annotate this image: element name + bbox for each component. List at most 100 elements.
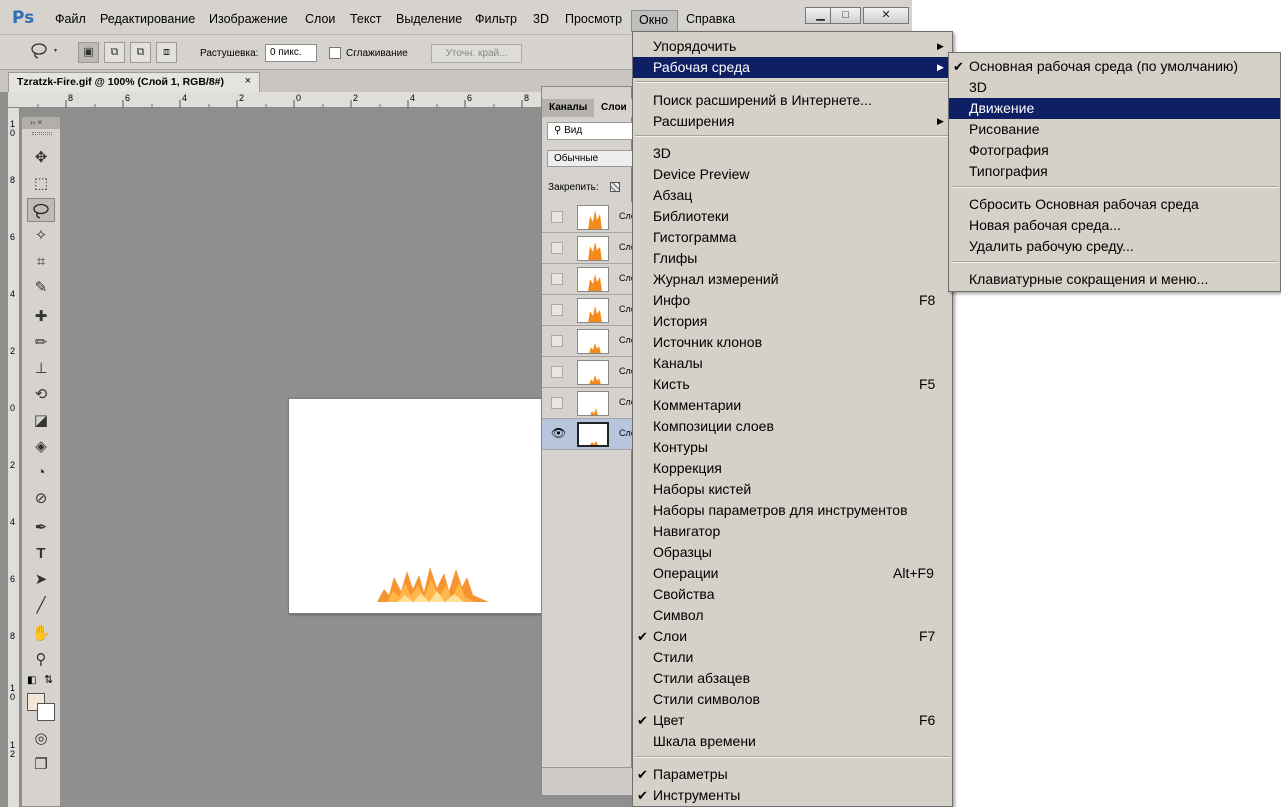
menu-item-3d-workspace[interactable]: 3D <box>949 77 1280 98</box>
line-tool-icon[interactable]: ╱ <box>27 594 55 618</box>
menu-item-browse-extensions[interactable]: Поиск расширений в Интернете... <box>633 90 952 111</box>
healing-brush-tool-icon[interactable]: ✚ <box>27 305 55 329</box>
close-button[interactable]: ✕ <box>863 7 909 24</box>
visibility-toggle[interactable] <box>551 366 563 378</box>
pen-tool-icon[interactable]: ✒ <box>27 516 55 540</box>
layer-row[interactable]: Сло <box>542 388 636 419</box>
menu-item-notes[interactable]: Комментарии <box>633 395 952 416</box>
menu-item-painting[interactable]: Рисование <box>949 119 1280 140</box>
layer-row[interactable]: Сло <box>542 264 636 295</box>
menu-item-styles[interactable]: Стили <box>633 647 952 668</box>
swap-colors-icon[interactable]: ⇅ <box>44 673 53 686</box>
menu-item-clone-source[interactable]: Источник клонов <box>633 332 952 353</box>
layer-row[interactable]: Сло <box>542 295 636 326</box>
tools-grip[interactable] <box>32 132 52 135</box>
menu-item-layer-comps[interactable]: Композиции слоев <box>633 416 952 437</box>
menu-filter[interactable]: Фильтр <box>475 12 517 26</box>
menu-item-extensions[interactable]: Расширения ▶ <box>633 111 952 132</box>
layer-filter-search[interactable]: ⚲ Вид <box>547 122 637 140</box>
new-selection-icon[interactable]: ▣ <box>78 42 99 63</box>
tab-channels[interactable]: Каналы <box>549 102 587 113</box>
menu-item-brush-presets[interactable]: Наборы кистей <box>633 479 952 500</box>
eraser-tool-icon[interactable]: ◪ <box>27 409 55 433</box>
menu-item-new-workspace[interactable]: Новая рабочая среда... <box>949 215 1280 236</box>
move-tool-icon[interactable]: ✥ <box>27 146 55 170</box>
quick-mask-icon[interactable]: ◎ <box>27 727 55 751</box>
menu-item-character-styles[interactable]: Стили символов <box>633 689 952 710</box>
menu-type[interactable]: Текст <box>350 12 381 26</box>
refine-edge-button[interactable]: Уточн. край... <box>431 44 522 63</box>
intersect-selection-icon[interactable]: ⧈ <box>156 42 177 63</box>
blend-mode-select[interactable]: Обычные <box>547 150 637 167</box>
visibility-toggle[interactable] <box>551 242 563 254</box>
menu-item-color[interactable]: ✔ Цвет F6 <box>633 710 952 731</box>
path-selection-tool-icon[interactable]: ➤ <box>27 568 55 592</box>
menu-edit[interactable]: Редактирование <box>100 12 195 26</box>
menu-window[interactable]: Окно <box>631 10 678 32</box>
maximize-button[interactable]: □ <box>830 7 861 24</box>
menu-item-glyphs[interactable]: Глифы <box>633 248 952 269</box>
document-tab[interactable]: Tzratzk-Fire.gif @ 100% (Слой 1, RGB/8#)… <box>8 72 260 92</box>
menu-3d[interactable]: 3D <box>533 12 549 26</box>
menu-help[interactable]: Справка <box>686 12 735 26</box>
menu-item-timeline[interactable]: Шкала времени <box>633 731 952 752</box>
ruler-vertical[interactable]: 1 0 8 6 4 2 0 2 4 6 8 1 0 1 2 <box>8 108 20 807</box>
menu-item-info[interactable]: Инфо F8 <box>633 290 952 311</box>
menu-item-swatches[interactable]: Образцы <box>633 542 952 563</box>
layer-row-active[interactable]: 👁 Сло <box>542 419 636 450</box>
menu-item-layers[interactable]: ✔ Слои F7 <box>633 626 952 647</box>
menu-item-paragraph-styles[interactable]: Стили абзацев <box>633 668 952 689</box>
visibility-toggle[interactable] <box>551 335 563 347</box>
document-canvas[interactable] <box>288 398 542 614</box>
dodge-tool-icon[interactable]: ⊘ <box>27 487 55 511</box>
visibility-toggle[interactable] <box>551 273 563 285</box>
menu-item-adjustments[interactable]: Коррекция <box>633 458 952 479</box>
tools-panel-header[interactable]: ›› × <box>22 117 60 129</box>
menu-item-measurement-log[interactable]: Журнал измерений <box>633 269 952 290</box>
menu-item-paths[interactable]: Контуры <box>633 437 952 458</box>
menu-item-keyboard-shortcuts[interactable]: Клавиатурные сокращения и меню... <box>949 269 1280 290</box>
layer-row[interactable]: Сло <box>542 233 636 264</box>
menu-item-tools[interactable]: ✔ Инструменты <box>633 785 952 806</box>
lasso-tool-icon[interactable] <box>27 198 55 222</box>
menu-item-delete-workspace[interactable]: Удалить рабочую среду... <box>949 236 1280 257</box>
menu-item-actions[interactable]: Операции Alt+F9 <box>633 563 952 584</box>
menu-view[interactable]: Просмотр <box>565 12 622 26</box>
menu-item-libraries[interactable]: Библиотеки <box>633 206 952 227</box>
menu-item-properties[interactable]: Свойства <box>633 584 952 605</box>
menu-item-navigator[interactable]: Навигатор <box>633 521 952 542</box>
blur-tool-icon[interactable]: ◔ <box>27 461 55 485</box>
menu-item-photography[interactable]: Фотография <box>949 140 1280 161</box>
layer-row[interactable]: Сло <box>542 326 636 357</box>
crop-tool-icon[interactable]: ⌗ <box>27 250 55 274</box>
eye-icon[interactable]: 👁 <box>551 427 566 440</box>
menu-item-reset-workspace[interactable]: Сбросить Основная рабочая среда <box>949 194 1280 215</box>
menu-item-paragraph[interactable]: Абзац <box>633 185 952 206</box>
paint-bucket-tool-icon[interactable]: ◈ <box>27 435 55 459</box>
history-brush-tool-icon[interactable]: ⟲ <box>27 383 55 407</box>
zoom-tool-icon[interactable]: ⚲ <box>27 648 55 672</box>
add-selection-icon[interactable]: ⧉ <box>104 42 125 63</box>
menu-item-device-preview[interactable]: Device Preview <box>633 164 952 185</box>
layer-row[interactable]: Сло <box>542 357 636 388</box>
lasso-preset-icon[interactable] <box>28 42 68 63</box>
menu-file[interactable]: Файл <box>55 12 86 26</box>
visibility-toggle[interactable] <box>551 211 563 223</box>
menu-item-arrange[interactable]: Упорядочить ▶ <box>633 36 952 57</box>
brush-tool-icon[interactable]: ✏ <box>27 331 55 355</box>
menu-select[interactable]: Выделение <box>396 12 462 26</box>
eyedropper-tool-icon[interactable]: ✎ <box>27 276 55 300</box>
menu-item-motion[interactable]: Движение <box>949 98 1280 119</box>
menu-item-typography[interactable]: Типография <box>949 161 1280 182</box>
menu-item-3d[interactable]: 3D <box>633 143 952 164</box>
menu-layers[interactable]: Слои <box>305 12 335 26</box>
screen-mode-icon[interactable]: ❐ <box>27 753 55 777</box>
clone-stamp-tool-icon[interactable]: ⊥ <box>27 357 55 381</box>
menu-item-options[interactable]: ✔ Параметры <box>633 764 952 785</box>
hand-tool-icon[interactable]: ✋ <box>27 622 55 646</box>
subtract-selection-icon[interactable]: ⧉ <box>130 42 151 63</box>
tab-layers[interactable]: Слои <box>594 99 634 117</box>
menu-item-history[interactable]: История <box>633 311 952 332</box>
lock-transparency-icon[interactable] <box>610 182 620 192</box>
visibility-toggle[interactable] <box>551 304 563 316</box>
